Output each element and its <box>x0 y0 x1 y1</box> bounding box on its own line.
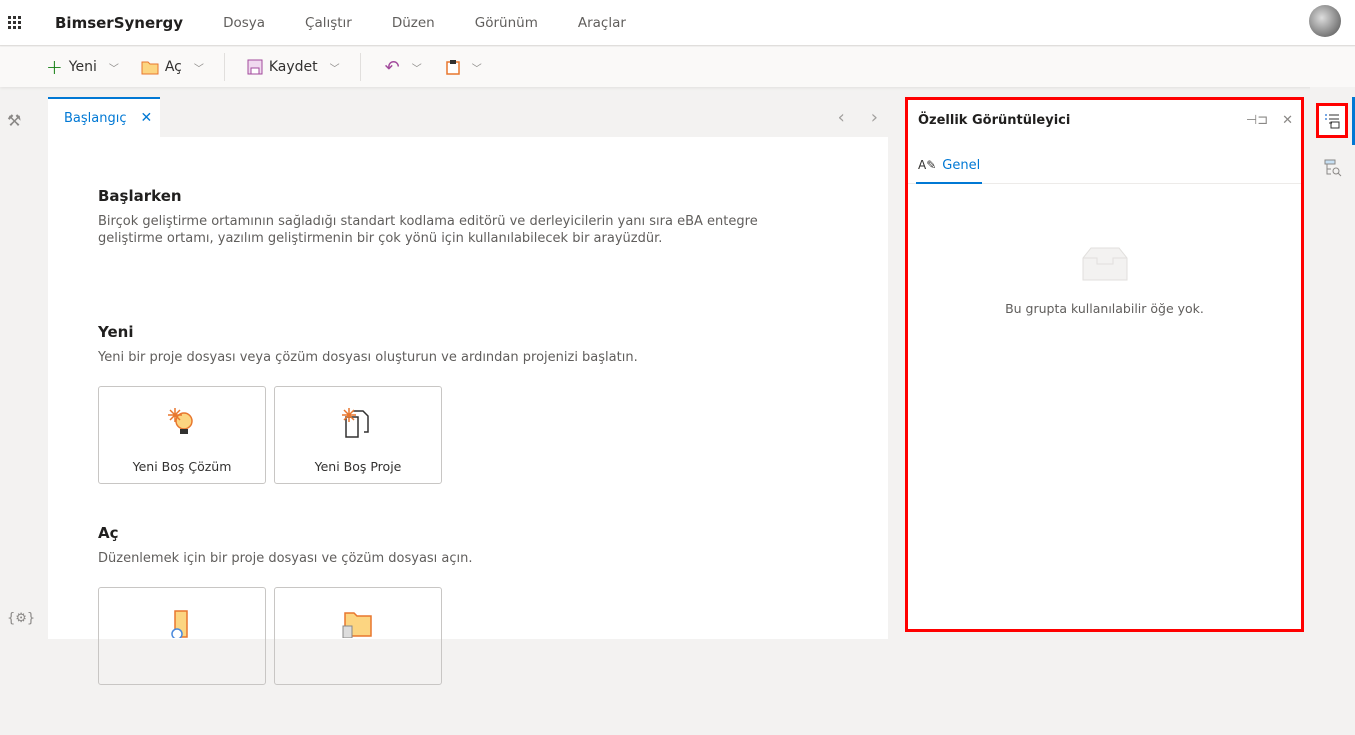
chevron-down-icon: ﹀ <box>108 63 119 75</box>
divider <box>359 53 361 81</box>
intro-title: Başlarken <box>98 187 182 205</box>
paste-button[interactable]: ﹀ <box>446 59 482 75</box>
save-button[interactable]: Kaydet ﹀ <box>247 59 340 75</box>
tab-label: Başlangıç <box>64 110 127 126</box>
card-label: Yeni Boş Proje <box>314 459 402 474</box>
plus-icon: + <box>46 55 63 79</box>
tab-baslangic[interactable]: Başlangıç ✕ <box>48 97 160 137</box>
open-title: Aç <box>98 524 119 542</box>
menu-gorunum[interactable]: Görünüm <box>475 15 538 31</box>
top-bar: BimserSynergy Dosya Çalıştır Düzen Görün… <box>0 0 1355 46</box>
close-icon[interactable]: ✕ <box>141 110 153 126</box>
chevron-down-icon: ﹀ <box>193 63 204 75</box>
open-folder-icon <box>342 612 372 638</box>
avatar[interactable] <box>1309 5 1341 37</box>
right-rail <box>1310 87 1355 639</box>
debug-icon[interactable]: {⚙} <box>7 611 35 626</box>
lightbulb-icon <box>168 408 193 434</box>
open-solution-card[interactable] <box>98 587 266 685</box>
menu-dosya[interactable]: Dosya <box>223 15 265 31</box>
save-icon <box>247 59 263 75</box>
pin-icon[interactable]: ⊣⊐ <box>1246 113 1268 128</box>
close-icon[interactable]: ✕ <box>1282 113 1293 128</box>
tab-genel[interactable]: A✎ Genel <box>916 148 983 184</box>
open-project-card[interactable] <box>274 587 442 685</box>
new-project-icon <box>342 408 369 438</box>
new-project-card[interactable]: Yeni Boş Proje <box>274 386 442 484</box>
menu-araclar[interactable]: Araçlar <box>578 15 626 31</box>
menu-duzen[interactable]: Düzen <box>392 15 435 31</box>
new-solution-card[interactable]: Yeni Boş Çözüm <box>98 386 266 484</box>
brand: BimserSynergy <box>55 13 184 32</box>
new-button[interactable]: + Yeni ﹀ <box>46 55 119 79</box>
menu-calistir[interactable]: Çalıştır <box>305 15 352 31</box>
toolbar: + Yeni ﹀ Aç ﹀ Kaydet ﹀ ↶ ﹀ ﹀ <box>0 47 1355 87</box>
intro-desc: Birçok geliştirme ortamının sağladığı st… <box>98 214 758 246</box>
clipboard-icon <box>446 60 460 75</box>
property-viewer-toggle[interactable] <box>1316 103 1348 138</box>
new-label: Yeni <box>68 59 97 75</box>
chevron-down-icon: ﹀ <box>411 63 422 75</box>
tree-search-icon[interactable] <box>1324 159 1342 177</box>
card-label: Yeni Boş Çözüm <box>132 459 232 474</box>
chevron-down-icon: ﹀ <box>471 63 482 75</box>
open-label: Aç <box>164 59 182 75</box>
property-viewer-panel: Özellik Görüntüleyici ⊣⊐ ✕ A✎ Genel Bu gru… <box>905 97 1304 632</box>
divider <box>223 53 225 81</box>
folder-icon <box>141 61 159 74</box>
editor-area: Başlangıç ✕ ‹ › Başlarken Birçok geliştirm… <box>48 97 888 685</box>
tools-icon[interactable]: ⚒ <box>7 111 21 130</box>
panel-title: Özellik Görüntüleyici <box>918 112 1071 128</box>
tab-bar: Başlangıç ✕ ‹ › <box>48 97 888 137</box>
new-desc: Yeni bir proje dosyası veya çözüm dosyas… <box>98 350 638 365</box>
empty-message: Bu grupta kullanılabilir öğe yok. <box>1005 301 1204 316</box>
chevron-right-icon[interactable]: › <box>871 107 878 128</box>
tab-label: Genel <box>942 157 981 173</box>
undo-button[interactable]: ↶ ﹀ <box>385 57 422 78</box>
open-button[interactable]: Aç ﹀ <box>141 59 204 75</box>
chevron-down-icon: ﹀ <box>329 63 340 75</box>
empty-inbox-icon <box>1082 247 1127 281</box>
save-label: Kaydet <box>268 59 318 75</box>
app-launcher-icon[interactable] <box>8 15 22 30</box>
new-title: Yeni <box>98 323 134 341</box>
text-edit-icon: A✎ <box>918 158 937 172</box>
left-rail: ⚒ {⚙} <box>0 87 38 639</box>
property-list-icon <box>1325 113 1340 128</box>
chevron-left-icon[interactable]: ‹ <box>838 107 845 128</box>
open-solution-icon <box>171 610 188 638</box>
undo-icon: ↶ <box>384 56 400 78</box>
open-desc: Düzenlemek için bir proje dosyası ve çöz… <box>98 551 473 566</box>
start-page: Başlarken Birçok geliştirme ortamının sa… <box>48 137 888 735</box>
